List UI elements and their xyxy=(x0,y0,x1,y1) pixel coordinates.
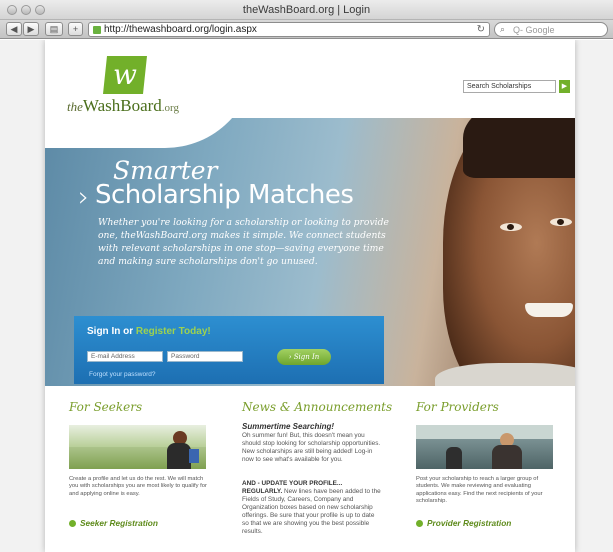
back-button[interactable]: ◀ xyxy=(6,22,22,36)
logo-name: WashBoard xyxy=(82,96,162,115)
providers-text: Post your scholarship to reach a larger … xyxy=(416,476,543,504)
providers-title: For Providers xyxy=(416,400,499,414)
providers-photo xyxy=(416,425,553,469)
news-title: News & Announcements xyxy=(242,400,393,414)
news-item1-body: Oh summer fun! But, this doesn't mean yo… xyxy=(242,432,381,463)
student-hair xyxy=(463,118,575,178)
seekers-photo-bag xyxy=(189,449,199,463)
forward-button[interactable]: ▶ xyxy=(23,22,39,36)
student-smile xyxy=(525,303,573,317)
search-submit-button[interactable]: ▶ xyxy=(559,80,570,93)
register-link[interactable]: Register Today! xyxy=(136,326,211,337)
logo-prefix: the xyxy=(67,99,83,114)
site-logo[interactable]: theWashBoard.org xyxy=(67,96,179,116)
site-favicon-icon xyxy=(93,26,101,34)
browser-search-field[interactable]: ⌕ Q- Google xyxy=(494,22,608,37)
providers-photo-building xyxy=(416,425,553,439)
back-arrow-icon: ◀ xyxy=(10,24,18,34)
header-curve xyxy=(45,118,255,148)
plus-icon: + xyxy=(72,24,79,34)
password-field[interactable]: Password xyxy=(167,351,243,362)
news-item2-body: New lines have been added to the Fields … xyxy=(242,488,381,535)
seekers-title: For Seekers xyxy=(69,400,143,414)
hero-description: Whether you're looking for a scholarship… xyxy=(98,217,389,267)
browser-titlebar: theWashBoard.org | Login xyxy=(0,0,613,20)
forward-arrow-icon: ▶ xyxy=(27,24,35,34)
provider-registration-label: Provider Registration xyxy=(427,518,512,528)
search-icon: ⌕ xyxy=(500,24,506,34)
signin-button-label: Sign In xyxy=(293,353,320,361)
browser-search-placeholder: Q- Google xyxy=(513,25,555,35)
new-tab-button[interactable]: + xyxy=(68,22,83,36)
signin-title-prefix: Sign In or xyxy=(87,326,136,337)
window-title: theWashBoard.org | Login xyxy=(242,4,371,16)
student-eye-left xyxy=(500,223,522,231)
seekers-text: Create a profile and let us do the rest.… xyxy=(69,476,207,497)
forgot-password-link[interactable]: Forgot your password? xyxy=(89,371,155,378)
seekers-photo-body xyxy=(167,443,191,469)
hero-title-line2: Scholarship Matches xyxy=(95,180,354,210)
arrow-bullet-icon xyxy=(69,520,76,527)
signin-button[interactable]: › Sign In xyxy=(277,349,331,365)
seeker-registration-label: Seeker Registration xyxy=(80,518,158,528)
site-header: w theWashBoard.org Search Scholarships ▶ xyxy=(45,40,575,118)
student-eye-right xyxy=(550,218,572,226)
arrow-bullet-icon xyxy=(416,520,423,527)
news-item2: AND - UPDATE YOUR PROFILE... REGULARLY. … xyxy=(242,480,382,536)
address-bar[interactable]: http://thewashboard.org/login.aspx ↻ xyxy=(88,22,490,37)
browser-toolbar: ◀ ▶ ▤ + http://thewashboard.org/login.as… xyxy=(0,20,613,39)
signin-title: Sign In or Register Today! xyxy=(87,326,211,337)
email-field[interactable]: E-mail Address xyxy=(87,351,163,362)
logo-letter: w xyxy=(113,58,137,91)
logo-suffix: .org xyxy=(161,102,179,114)
bookmarks-button[interactable]: ▤ xyxy=(45,22,63,36)
provider-registration-link[interactable]: Provider Registration xyxy=(416,518,511,528)
hero-banner: Smarter › Scholarship Matches Whether yo… xyxy=(45,118,575,386)
page-container: w theWashBoard.org Search Scholarships ▶… xyxy=(45,40,575,552)
providers-photo-body xyxy=(492,445,522,469)
url-text: http://thewashboard.org/login.aspx xyxy=(104,24,257,35)
signin-panel: Sign In or Register Today! E-mail Addres… xyxy=(74,316,384,384)
student-shirt xyxy=(435,363,575,386)
logo-mark-icon[interactable]: w xyxy=(103,56,147,94)
chevron-right-icon: › xyxy=(78,180,90,213)
providers-photo-bg-person xyxy=(446,447,462,469)
reload-icon[interactable]: ↻ xyxy=(477,24,485,35)
page-viewport: w theWashBoard.org Search Scholarships ▶… xyxy=(0,40,613,552)
seekers-photo xyxy=(69,425,206,469)
news-item1-heading: Summertime Searching! xyxy=(242,422,335,431)
seeker-registration-link[interactable]: Seeker Registration xyxy=(69,518,158,528)
bookmarks-icon: ▤ xyxy=(49,24,59,34)
scholarship-search-input[interactable]: Search Scholarships xyxy=(463,80,556,93)
arrow-right-icon: ▶ xyxy=(561,83,568,90)
